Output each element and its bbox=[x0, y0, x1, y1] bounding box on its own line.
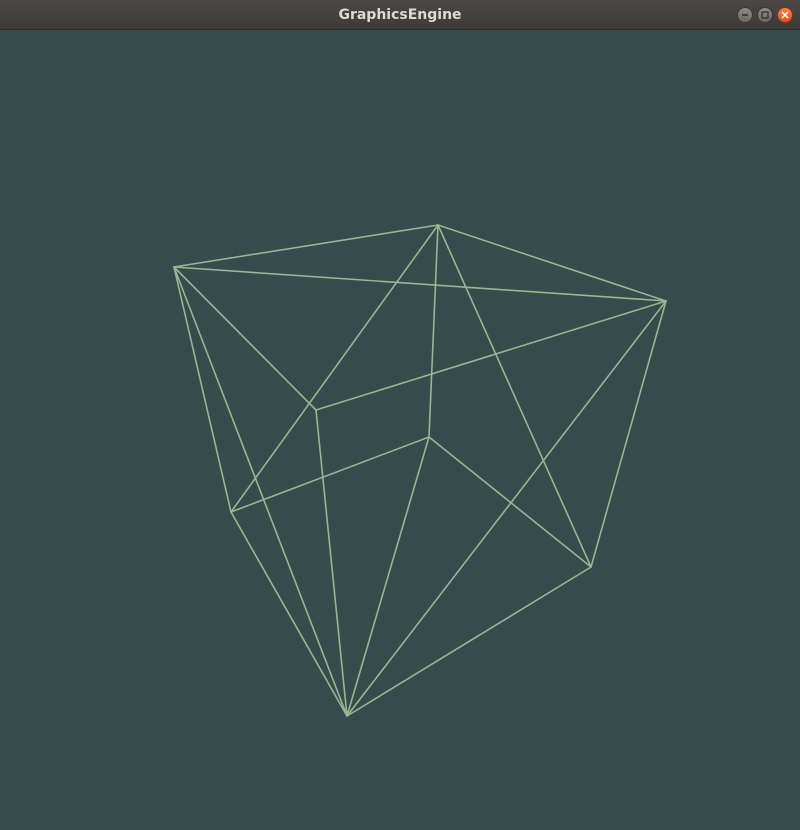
title-bar[interactable]: GraphicsEngine bbox=[0, 0, 800, 30]
maximize-icon bbox=[761, 11, 769, 19]
cube-edge bbox=[230, 224, 439, 513]
wireframe-cube bbox=[173, 224, 667, 717]
minimize-icon bbox=[742, 14, 748, 16]
maximize-button[interactable] bbox=[757, 7, 773, 23]
cube-edge bbox=[173, 266, 232, 513]
cube-edge bbox=[173, 266, 317, 411]
close-button[interactable] bbox=[777, 7, 793, 23]
minimize-button[interactable] bbox=[737, 7, 753, 23]
cube-edge bbox=[428, 436, 592, 568]
cube-edge bbox=[173, 266, 348, 717]
app-window: GraphicsEngine bbox=[0, 0, 800, 830]
cube-edge bbox=[230, 436, 430, 513]
cube-edge bbox=[428, 224, 439, 438]
cube-edge bbox=[437, 224, 592, 568]
cube-edge bbox=[315, 300, 667, 411]
cube-edge bbox=[346, 300, 667, 717]
cube-edge bbox=[437, 224, 667, 302]
close-icon bbox=[781, 11, 789, 19]
wireframe-edges bbox=[173, 224, 667, 717]
cube-edge bbox=[173, 224, 439, 268]
cube-edge bbox=[173, 266, 667, 302]
window-title: GraphicsEngine bbox=[338, 7, 462, 23]
cube-edge bbox=[590, 300, 667, 568]
render-canvas[interactable] bbox=[0, 30, 800, 830]
window-controls bbox=[737, 7, 793, 23]
